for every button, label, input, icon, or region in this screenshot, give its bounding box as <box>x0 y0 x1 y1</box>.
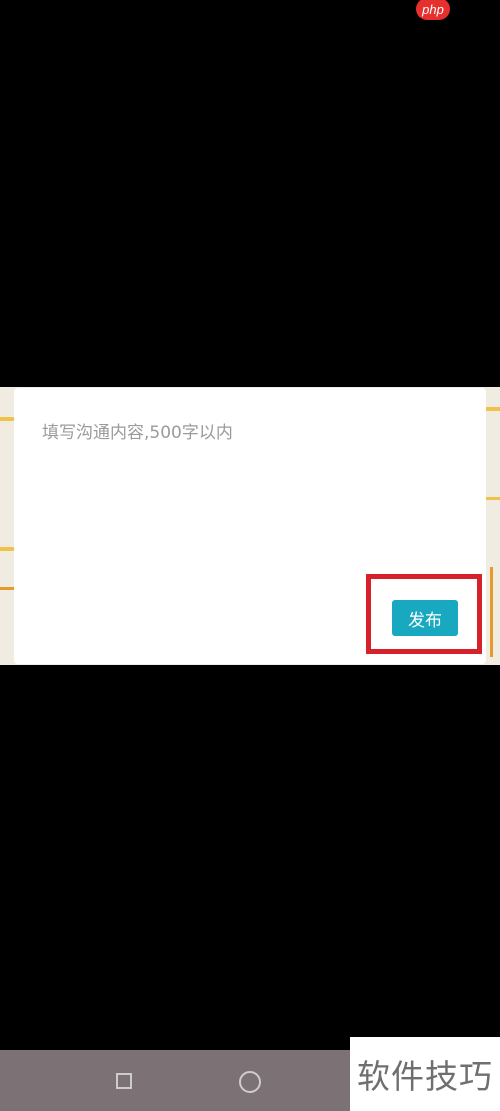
php-watermark-logo: php <box>416 0 450 20</box>
recent-apps-square-icon[interactable] <box>116 1073 132 1089</box>
brand-watermark: 软件技巧 <box>350 1037 500 1111</box>
highlight-box <box>366 574 482 654</box>
home-circle-icon[interactable] <box>239 1071 261 1093</box>
content-input[interactable]: 填写沟通内容,500字以内 <box>14 388 486 578</box>
